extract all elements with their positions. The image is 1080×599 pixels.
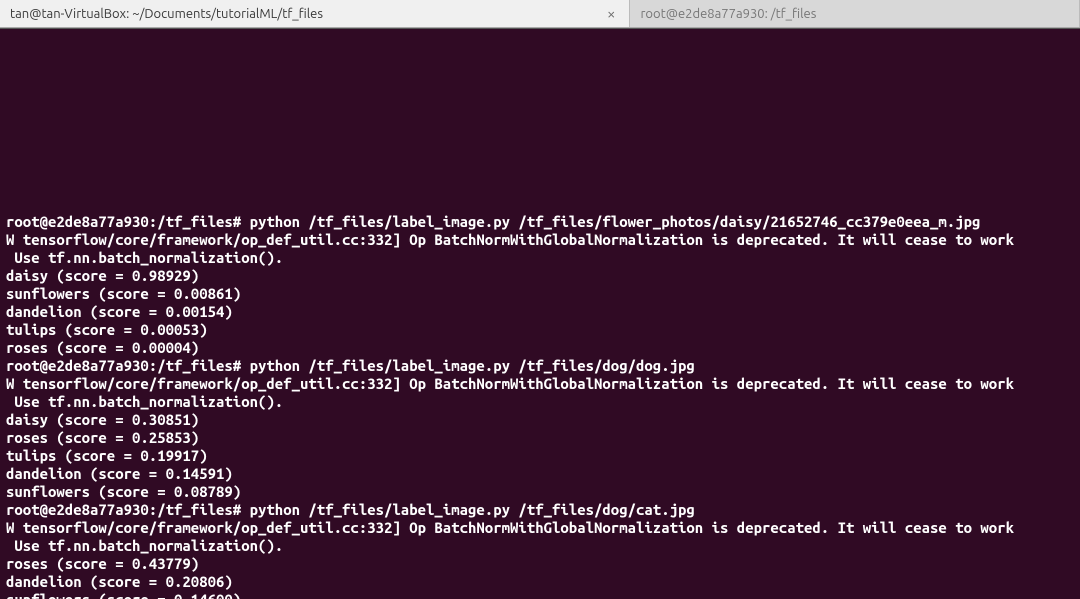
terminal-line: W tensorflow/core/framework/op_def_util.…	[6, 231, 1076, 249]
terminal-line: root@e2de8a77a930:/tf_files# python /tf_…	[6, 357, 1076, 375]
close-icon[interactable]: ×	[603, 5, 619, 22]
terminal-line: W tensorflow/core/framework/op_def_util.…	[6, 375, 1076, 393]
terminal-line: dandelion (score = 0.14591)	[6, 465, 1076, 483]
terminal-line: Use tf.nn.batch_normalization().	[6, 537, 1076, 555]
terminal-output[interactable]: root@e2de8a77a930:/tf_files# python /tf_…	[0, 28, 1080, 599]
terminal-line: root@e2de8a77a930:/tf_files# python /tf_…	[6, 213, 1076, 231]
tab-bar: tan@tan-VirtualBox: ~/Documents/tutorial…	[0, 0, 1080, 28]
tab-title-active: tan@tan-VirtualBox: ~/Documents/tutorial…	[10, 7, 323, 21]
terminal-line: Use tf.nn.batch_normalization().	[6, 393, 1076, 411]
terminal-line: Use tf.nn.batch_normalization().	[6, 249, 1076, 267]
terminal-line: roses (score = 0.00004)	[6, 339, 1076, 357]
terminal-line: dandelion (score = 0.00154)	[6, 303, 1076, 321]
terminal-line: tulips (score = 0.19917)	[6, 447, 1076, 465]
terminal-line: root@e2de8a77a930:/tf_files# python /tf_…	[6, 501, 1076, 519]
terminal-line: daisy (score = 0.98929)	[6, 267, 1076, 285]
tab-inactive[interactable]: root@e2de8a77a930: /tf_files	[630, 0, 1080, 27]
terminal-line: daisy (score = 0.30851)	[6, 411, 1076, 429]
terminal-lines: root@e2de8a77a930:/tf_files# python /tf_…	[6, 213, 1076, 599]
terminal-line: dandelion (score = 0.20806)	[6, 573, 1076, 591]
terminal-line: W tensorflow/core/framework/op_def_util.…	[6, 519, 1076, 537]
tab-active[interactable]: tan@tan-VirtualBox: ~/Documents/tutorial…	[0, 0, 630, 27]
terminal-line: roses (score = 0.25853)	[6, 429, 1076, 447]
terminal-line: sunflowers (score = 0.14600)	[6, 591, 1076, 599]
terminal-line: sunflowers (score = 0.00861)	[6, 285, 1076, 303]
terminal-line: tulips (score = 0.00053)	[6, 321, 1076, 339]
terminal-spacer	[6, 69, 1076, 177]
terminal-line: sunflowers (score = 0.08789)	[6, 483, 1076, 501]
tab-title-inactive: root@e2de8a77a930: /tf_files	[640, 7, 816, 21]
terminal-line: roses (score = 0.43779)	[6, 555, 1076, 573]
